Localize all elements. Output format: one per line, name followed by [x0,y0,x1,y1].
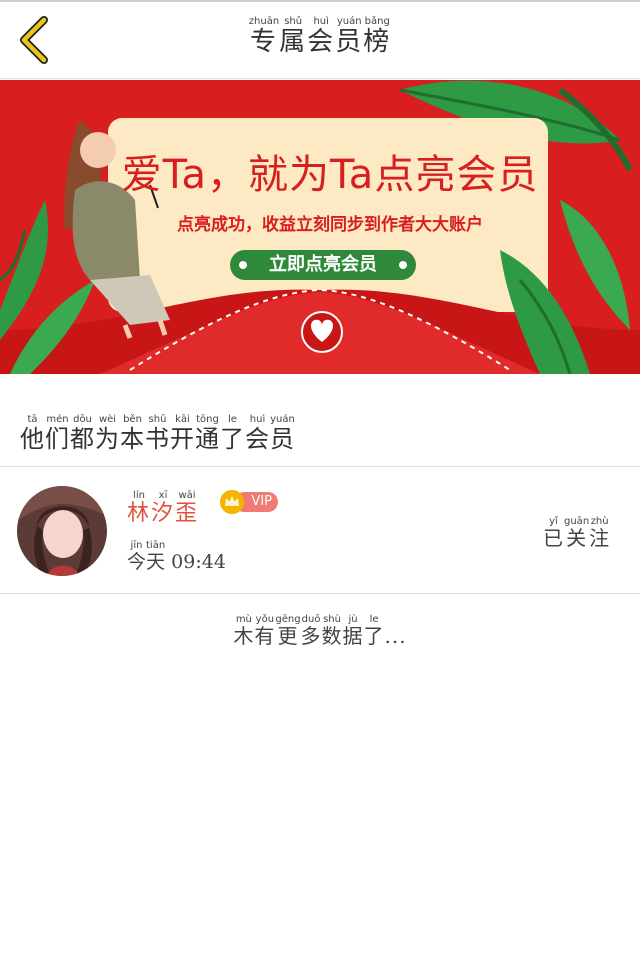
pinyin-annotation: běn [120,414,145,425]
ruby-char: 书shū [145,414,170,453]
ruby-char: 林lín [127,490,152,526]
pinyin-annotation: mén [45,414,70,425]
ruby-char: 员yuán [270,414,295,453]
banner-headline: 爱Ta，就为Ta点亮会员 [121,152,539,198]
ruby-char: 他tā [20,414,45,453]
pinyin-annotation: guān [564,516,590,527]
pinyin-annotation: mù [233,614,255,625]
pinyin-annotation: yǐ [543,516,564,527]
pinyin-annotation: lín [127,490,151,501]
crown-icon [220,490,244,514]
follow-status-button[interactable]: 已yǐ关guān注zhù [543,516,610,551]
ruby-char: 都dōu [70,414,95,453]
heart-seal-icon [301,311,343,353]
ruby-char: 为wèi [95,414,120,453]
pinyin-annotation: yuán [335,16,364,27]
pinyin-annotation: tiān [146,540,166,551]
no-more-data: 木mù有yǒu更gēng多duō数shù据jù了le... [0,614,640,649]
ruby-char: 数shù [321,614,343,648]
header-bar: 专zhuān属shǔ会huì员yuán榜bǎng [0,2,640,79]
pinyin-annotation: huì [245,414,270,425]
follow-status-text: 已yǐ关guān注zhù [543,516,611,550]
pinyin-annotation: zhù [589,516,611,527]
divider [0,466,640,467]
activate-vip-button[interactable]: 立即点亮会员 [230,250,416,280]
ruby-char: 会huì [307,16,336,57]
vip-badge: VIP [220,490,278,514]
pinyin-annotation: shǔ [279,16,308,27]
pinyin-annotation: gēng [275,614,301,625]
pinyin-annotation: yǒu [254,614,276,625]
banner-subtitle: 点亮成功，收益立刻同步到作者大大账户 [177,215,483,235]
ruby-char: 注zhù [589,516,611,550]
pinyin-annotation: kāi [170,414,195,425]
pinyin-annotation: zhuān [248,16,280,27]
pinyin-annotation: tā [20,414,45,425]
vip-banner[interactable]: 爱Ta，就为Ta点亮会员 点亮成功，收益立刻同步到作者大大账户 立即点亮会员 [0,80,640,374]
avatar-image [17,486,107,576]
section-title: 他tā们mén都dōu为wèi本běn书shū开kāi通tōng了le会huì员… [20,414,295,454]
pinyin-annotation: wāi [175,490,200,501]
avatar[interactable] [17,486,107,576]
ruby-char: 了le [363,614,385,648]
pinyin-annotation: yuán [270,414,295,425]
ruby-char: 有yǒu [254,614,276,648]
member-name: 林lín汐xī歪wāi [127,490,199,527]
ruby-char: 木mù [233,614,255,648]
section-title-text: 他tā们mén都dōu为wèi本běn书shū开kāi通tōng了le会huì员… [20,414,295,453]
page-title: 专zhuān属shǔ会huì员yuán榜bǎng [0,16,640,58]
ruby-char: 关guān [564,516,590,550]
pinyin-annotation: bǎng [363,16,392,27]
no-more-data-text: 木mù有yǒu更gēng多duō数shù据jù了le [233,614,385,648]
ruby-char: 通tōng [195,414,220,453]
member-time: 今jīn天tiān 09:44 [127,540,226,574]
pinyin-annotation: jù [342,614,364,625]
ruby-char: 会huì [245,414,270,453]
ruby-char: 今jīn [127,540,147,573]
ruby-char: 歪wāi [175,490,200,526]
ruby-char: 已yǐ [543,516,564,550]
pinyin-annotation: le [363,614,385,625]
ruby-char: 了le [220,414,245,453]
pinyin-annotation: jīn [127,540,146,551]
pinyin-annotation: dōu [70,414,95,425]
ruby-char: 们mén [45,414,70,453]
divider [0,593,640,594]
pinyin-annotation: huì [307,16,336,27]
ruby-char: 据jù [342,614,364,648]
ruby-char: 员yuán [335,16,364,57]
no-more-data-ellipsis: ... [384,624,407,648]
page-title-text: 专zhuān属shǔ会huì员yuán榜bǎng [248,16,392,57]
ruby-char: 多duō [300,614,322,648]
pinyin-annotation: shū [145,414,170,425]
pinyin-annotation: le [220,414,245,425]
member-name-text: 林lín汐xī歪wāi [127,490,200,526]
ruby-char: 开kāi [170,414,195,453]
pinyin-annotation: shù [321,614,343,625]
ruby-char: 专zhuān [248,16,280,57]
ruby-char: 更gēng [275,614,301,648]
pinyin-annotation: tōng [195,414,220,425]
pinyin-annotation: xī [151,490,176,501]
member-time-day: 今jīn天tiān [127,540,166,573]
ruby-char: 榜bǎng [363,16,392,57]
member-time-value: 09:44 [165,551,226,573]
pinyin-annotation: wèi [95,414,120,425]
ruby-char: 本běn [120,414,145,453]
ruby-char: 汐xī [151,490,176,526]
ruby-char: 天tiān [146,540,166,573]
ruby-char: 属shǔ [279,16,308,57]
pinyin-annotation: duō [300,614,322,625]
